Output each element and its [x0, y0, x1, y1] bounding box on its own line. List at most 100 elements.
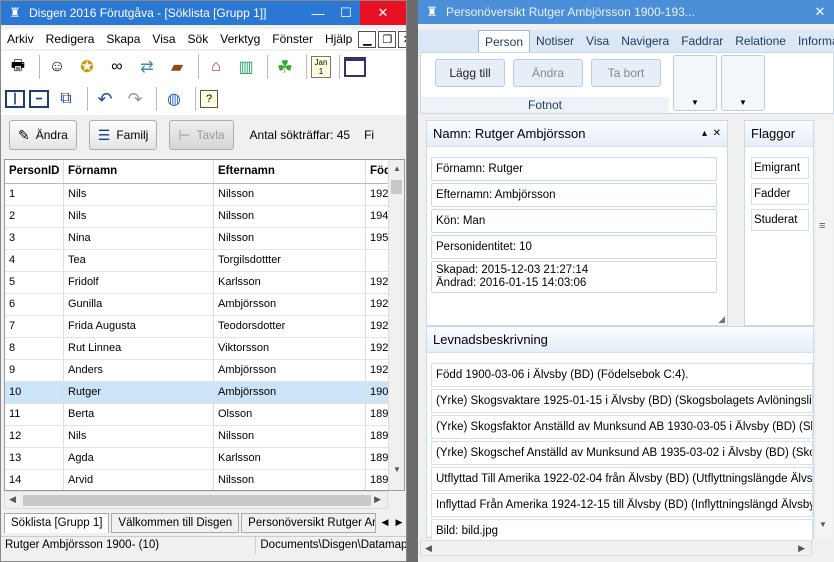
menu-verktyg[interactable]: Verktyg — [214, 32, 266, 46]
flag-emigrant[interactable]: Emigrant — [751, 157, 809, 179]
menu-redigera[interactable]: Redigera — [40, 32, 101, 46]
menu-arkiv[interactable]: Arkiv — [1, 32, 40, 46]
mdi-restore-button[interactable]: ❐ — [378, 30, 397, 48]
table-row[interactable]: 5 Fridolf Karlsson 192 — [5, 272, 391, 294]
firstname-field[interactable]: Förnamn: Rutger — [431, 157, 717, 181]
book-icon[interactable]: ▰ — [164, 55, 190, 79]
scroll-down-icon[interactable]: ▼ — [819, 520, 827, 529]
window-icon[interactable] — [344, 57, 366, 77]
minimize-button[interactable]: — — [304, 1, 332, 25]
tab-navigera[interactable]: Navigera — [615, 30, 675, 52]
ribbon-dropdown-2[interactable]: ▼ — [721, 55, 765, 111]
tab-right-icon[interactable]: ▶ — [392, 513, 406, 531]
table-row[interactable]: 8 Rut Linnea Viktorsson 192 — [5, 338, 391, 360]
life-event-item[interactable]: Utflyttad Till Amerika 1922-02-04 från Ä… — [431, 467, 813, 491]
tab-faddrar[interactable]: Faddrar — [675, 30, 729, 52]
column-header-firstname[interactable]: Förnamn — [64, 160, 214, 183]
title-bar[interactable]: ♜ Personöversikt Rutger Ambjörsson 1900-… — [418, 0, 834, 24]
tree-button[interactable]: ⊢ Tavla — [169, 120, 234, 150]
flag-fadder[interactable]: Fadder — [751, 183, 809, 205]
cascade-icon[interactable]: ⧉ — [53, 87, 79, 111]
menu-sok[interactable]: Sök — [182, 32, 215, 46]
add-footnote-button[interactable]: Lägg till — [435, 59, 505, 87]
table-row[interactable]: 12 Nils Nilsson 189 — [5, 426, 391, 448]
calendar-icon[interactable]: Jan 1 — [311, 56, 331, 78]
binoculars-icon[interactable]: ∞ — [104, 55, 130, 79]
table-row[interactable]: 9 Anders Ambjörsson 192 — [5, 360, 391, 382]
tab-left-icon[interactable]: ◀ — [378, 513, 392, 531]
lastname-field[interactable]: Efternamn: Ambjörsson — [431, 183, 717, 207]
table-row[interactable]: 1 Nils Nilsson 192 — [5, 184, 391, 206]
life-event-item[interactable]: (Yrke) Skogschef Anställd av Munksund AB… — [431, 441, 813, 465]
menu-hjalp[interactable]: Hjälp — [319, 32, 358, 46]
person-icon[interactable]: ☺ — [44, 55, 70, 79]
horizontal-scrollbar[interactable]: ◀ ▶ — [4, 491, 388, 509]
close-button[interactable]: ✕ — [806, 0, 834, 24]
scroll-thumb[interactable] — [391, 180, 402, 194]
map-icon[interactable]: ☘ — [272, 55, 298, 79]
person-star-icon[interactable]: ✪ — [74, 55, 100, 79]
scroll-left-icon[interactable]: ◀ — [9, 494, 16, 505]
tab-visa[interactable]: Visa — [580, 30, 615, 52]
menu-fonster[interactable]: Fönster — [266, 32, 319, 46]
life-event-item[interactable]: Inflyttad Från Amerika 1924-12-15 till Ä… — [431, 493, 813, 517]
close-button[interactable]: ✕ — [360, 1, 406, 25]
table-row[interactable]: 2 Nils Nilsson 194 — [5, 206, 391, 228]
tab-personoversikt[interactable]: Personöversikt Rutger Ambjörsson — [241, 513, 376, 533]
menu-skapa[interactable]: Skapa — [100, 32, 146, 46]
menu-visa[interactable]: Visa — [146, 32, 181, 46]
maximize-button[interactable]: ☐ — [332, 1, 360, 25]
redo-icon[interactable]: ↷ — [122, 87, 148, 111]
tab-person[interactable]: Person — [478, 30, 531, 52]
table-row[interactable]: 11 Berta Olsson 189 — [5, 404, 391, 426]
scroll-left-icon[interactable]: ◀ — [425, 543, 432, 554]
tab-notiser[interactable]: Notiser — [530, 30, 580, 52]
tab-valkommen[interactable]: Välkommen till Disgen — [111, 513, 240, 533]
edit-footnote-button[interactable]: Ändra — [513, 59, 583, 87]
split-horizontal-icon[interactable]: ━ — [29, 90, 49, 108]
scroll-right-icon[interactable]: ▶ — [374, 494, 381, 505]
column-header-lastname[interactable]: Efternamn — [214, 160, 366, 183]
title-bar[interactable]: ♜ Disgen 2016 Förutgåva - [Söklista [Gru… — [1, 1, 406, 25]
table-row[interactable]: 13 Agda Karlsson 189 — [5, 448, 391, 470]
table-row[interactable]: 4 Tea Torgilsdottter — [5, 250, 391, 272]
family-button[interactable]: ☰ Familj — [88, 120, 158, 150]
undo-icon[interactable]: ↶ — [92, 87, 118, 111]
tab-relationer[interactable]: Relatione — [729, 30, 792, 52]
upper-scrollbar[interactable]: ≡ — [816, 120, 832, 326]
personid-field[interactable]: Personidentitet: 10 — [431, 235, 717, 259]
tab-information[interactable]: Informati — [792, 30, 834, 52]
table-row[interactable]: 14 Arvid Nilsson 189 — [5, 470, 391, 490]
lower-scrollbar[interactable]: ▼ — [816, 326, 832, 538]
mdi-close-button[interactable]: ✕ — [398, 30, 406, 48]
bottom-horizontal-scrollbar[interactable]: ◀ ▶ — [420, 540, 812, 556]
books-icon[interactable]: ▥ — [233, 55, 259, 79]
pin-icon[interactable]: ▴ — [702, 121, 707, 147]
flag-studerat[interactable]: Studerat — [751, 209, 809, 231]
scroll-up-icon[interactable]: ▲ — [389, 164, 404, 173]
life-event-item[interactable]: (Yrke) Skogsvaktare 1925-01-15 i Älvsby … — [431, 389, 813, 413]
table-row[interactable]: 7 Frida Augusta Teodorsdotter 192 — [5, 316, 391, 338]
table-row[interactable]: 10 Rutger Ambjörsson 190 — [5, 382, 391, 404]
timestamps-field[interactable]: Skapad: 2015-12-03 21:27:14 Ändrad: 2016… — [431, 261, 717, 293]
splitter-grip-icon[interactable]: ≡ — [819, 220, 825, 232]
sex-field[interactable]: Kön: Man — [431, 209, 717, 233]
resize-grip-icon[interactable]: ◢ — [718, 314, 725, 325]
close-icon[interactable]: ✕ — [713, 121, 721, 147]
mdi-minimize-button[interactable]: ▁ — [358, 30, 377, 48]
scroll-right-icon[interactable]: ▶ — [798, 543, 805, 554]
globe-icon[interactable]: ◍ — [161, 87, 187, 111]
home-icon[interactable]: ⌂ — [203, 55, 229, 79]
vertical-scrollbar[interactable]: ▲ ▼ — [388, 160, 404, 490]
life-event-item[interactable]: Född 1900-03-06 i Älvsby (BD) (Födelsebo… — [431, 363, 813, 387]
scroll-thumb[interactable] — [23, 495, 371, 506]
help-icon[interactable]: ? — [200, 90, 218, 108]
scroll-down-icon[interactable]: ▼ — [389, 465, 404, 474]
printer-icon[interactable]: 🖶 — [5, 55, 31, 79]
column-header-personid[interactable]: PersonID — [5, 160, 64, 183]
split-vertical-icon[interactable]: ┃ — [5, 90, 25, 108]
life-event-item[interactable]: (Yrke) Skogsfaktor Anställd av Munksund … — [431, 415, 813, 439]
edit-button[interactable]: ✎ Ändra — [9, 120, 77, 150]
tab-soklista[interactable]: Söklista [Grupp 1] — [4, 513, 110, 533]
signpost-icon[interactable]: ⇄ — [134, 55, 160, 79]
